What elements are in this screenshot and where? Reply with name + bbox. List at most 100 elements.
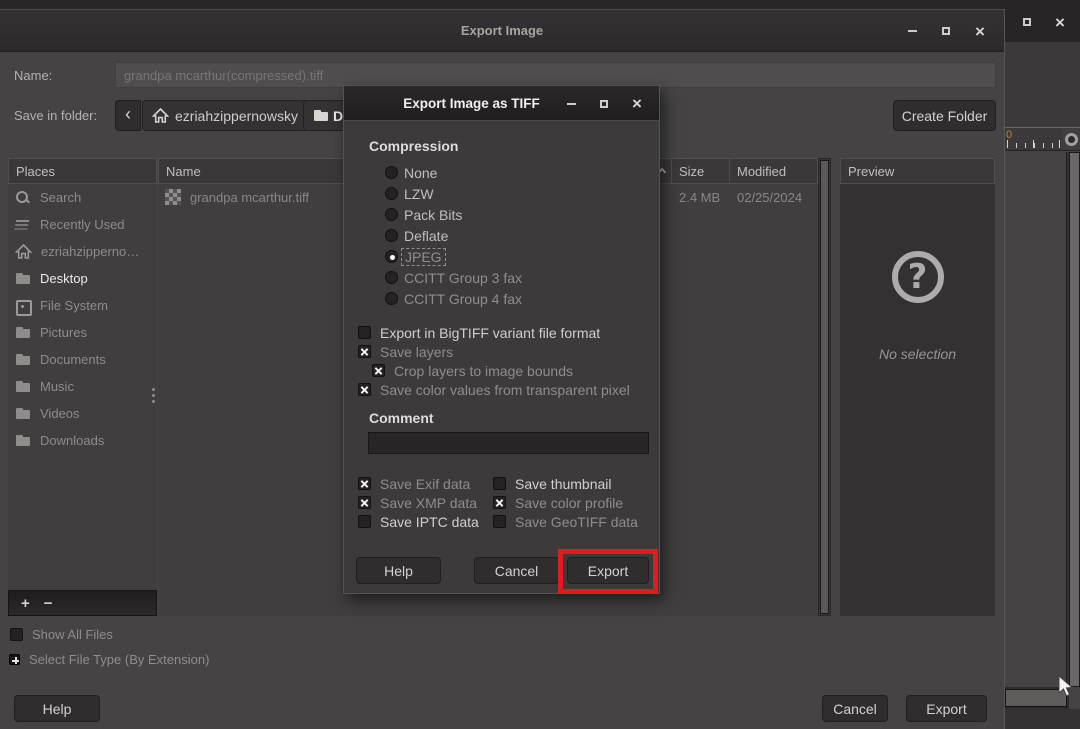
export-button[interactable]: Export bbox=[906, 695, 987, 722]
sidebar-item-recently-used[interactable]: Recently Used bbox=[8, 211, 157, 238]
home-icon bbox=[15, 244, 32, 260]
close-icon[interactable]: × bbox=[627, 94, 647, 114]
vertical-scrollbar-thumb[interactable] bbox=[1069, 152, 1080, 687]
create-folder-button[interactable]: Create Folder bbox=[893, 100, 996, 131]
tiff-dialog-titlebar[interactable]: Export Image as TIFF × bbox=[344, 86, 659, 121]
checkbox-save-xmp[interactable]: Save XMP data bbox=[358, 493, 493, 512]
close-icon[interactable]: × bbox=[970, 21, 990, 41]
radio-jpeg[interactable]: JPEG bbox=[385, 246, 446, 267]
show-all-files-checkbox[interactable]: Show All Files bbox=[10, 625, 113, 644]
cancel-button[interactable]: Cancel bbox=[474, 557, 559, 584]
breadcrumb-home[interactable]: ezriahzippernowsky bbox=[142, 100, 308, 131]
folder-icon bbox=[15, 379, 31, 395]
breadcrumb-back-button[interactable]: ‹ bbox=[115, 100, 141, 131]
sidebar-item-downloads[interactable]: Downloads bbox=[8, 427, 157, 454]
checkbox-save-transparent-pixel[interactable]: Save color values from transparent pixel bbox=[358, 380, 630, 399]
sidebar-item-documents[interactable]: Documents bbox=[8, 346, 157, 373]
checkbox-save-geotiff[interactable]: Save GeoTIFF data bbox=[493, 512, 638, 531]
gimp-toolbar-area bbox=[1005, 42, 1080, 128]
checkbox-save-color-profile[interactable]: Save color profile bbox=[493, 493, 638, 512]
minimize-icon[interactable] bbox=[561, 94, 581, 114]
tiff-export-dialog: Export Image as TIFF × Compression None … bbox=[343, 85, 660, 594]
checkbox-icon bbox=[493, 515, 506, 528]
checkbox-bigtiff[interactable]: Export in BigTIFF variant file format bbox=[358, 323, 600, 342]
sidebar-item-label: Downloads bbox=[40, 433, 104, 448]
sidebar-item-home[interactable]: ezriahzipperno… bbox=[8, 238, 157, 265]
help-button[interactable]: Help bbox=[356, 557, 441, 584]
checkbox-save-layers[interactable]: Save layers bbox=[358, 342, 453, 361]
add-bookmark-button[interactable]: + bbox=[21, 595, 30, 612]
comment-input[interactable] bbox=[368, 432, 649, 454]
breadcrumb-current[interactable]: De bbox=[303, 100, 348, 131]
radio-label: JPEG bbox=[401, 248, 446, 266]
horizontal-ruler: 0 bbox=[1005, 128, 1062, 151]
checkbox-save-exif[interactable]: Save Exif data bbox=[358, 474, 493, 493]
radio-none[interactable]: None bbox=[385, 162, 437, 183]
file-list-scrollbar-thumb[interactable] bbox=[820, 160, 829, 614]
pane-splitter-handle[interactable] bbox=[151, 388, 155, 406]
checkbox-icon bbox=[358, 515, 371, 528]
checkbox-label: Save color values from transparent pixel bbox=[380, 382, 630, 398]
maximize-icon[interactable] bbox=[594, 94, 614, 114]
close-icon[interactable]: × bbox=[1050, 12, 1070, 32]
sidebar-item-search[interactable]: Search bbox=[8, 184, 157, 211]
folder-icon bbox=[15, 433, 31, 449]
checkbox-crop-layers[interactable]: Crop layers to image bounds bbox=[372, 361, 573, 380]
sidebar-item-desktop[interactable]: Desktop bbox=[8, 265, 157, 292]
radio-icon bbox=[385, 166, 398, 179]
home-icon bbox=[152, 108, 169, 124]
radio-lzw[interactable]: LZW bbox=[385, 183, 434, 204]
expander-plus-icon bbox=[9, 654, 20, 665]
places-header[interactable]: Places bbox=[8, 158, 157, 184]
search-icon bbox=[15, 190, 31, 206]
sidebar-item-label: Documents bbox=[40, 352, 106, 367]
maximize-icon[interactable] bbox=[1017, 12, 1037, 32]
places-panel: Places Search Recently Used ezriahzipper… bbox=[8, 158, 157, 616]
cancel-button[interactable]: Cancel bbox=[822, 695, 888, 722]
file-type-expander-label: Select File Type (By Extension) bbox=[29, 652, 209, 667]
radio-deflate[interactable]: Deflate bbox=[385, 225, 448, 246]
sidebar-item-videos[interactable]: Videos bbox=[8, 400, 157, 427]
chevron-left-icon: ‹ bbox=[125, 104, 131, 125]
checkbox-icon bbox=[358, 383, 371, 396]
minimize-icon[interactable] bbox=[902, 21, 922, 41]
sidebar-item-label: Recently Used bbox=[40, 217, 125, 232]
column-header-size[interactable]: Size bbox=[672, 158, 730, 184]
sidebar-item-pictures[interactable]: Pictures bbox=[8, 319, 157, 346]
remove-bookmark-button[interactable]: − bbox=[44, 595, 53, 612]
radio-icon bbox=[385, 208, 398, 221]
file-type-expander[interactable]: Select File Type (By Extension) bbox=[9, 650, 209, 669]
checkbox-icon bbox=[372, 364, 385, 377]
maximize-icon[interactable] bbox=[936, 21, 956, 41]
preview-header-label: Preview bbox=[848, 164, 894, 179]
export-dialog-titlebar[interactable]: Export Image × bbox=[0, 10, 1004, 52]
sidebar-item-music[interactable]: Music bbox=[8, 373, 157, 400]
screen: × 0 Export Image × bbox=[0, 0, 1080, 729]
ruler-ticks bbox=[1007, 139, 1060, 148]
radio-label: CCITT Group 4 fax bbox=[404, 291, 522, 307]
comment-section-label: Comment bbox=[369, 410, 434, 426]
no-selection-text: No selection bbox=[840, 346, 995, 362]
file-modified: 02/25/2024 bbox=[730, 190, 818, 205]
radio-pack-bits[interactable]: Pack Bits bbox=[385, 204, 462, 225]
zoom-follow-window-toggle[interactable] bbox=[1062, 128, 1080, 151]
radio-label: LZW bbox=[404, 186, 434, 202]
radio-ccitt-g4[interactable]: CCITT Group 4 fax bbox=[385, 288, 522, 309]
checkbox-icon bbox=[358, 326, 371, 339]
radio-label: Deflate bbox=[404, 228, 448, 244]
sidebar-item-label: Pictures bbox=[40, 325, 87, 340]
places-header-label: Places bbox=[16, 164, 55, 179]
radio-icon bbox=[385, 271, 398, 284]
checkbox-save-iptc[interactable]: Save IPTC data bbox=[358, 512, 493, 531]
radio-ccitt-g3[interactable]: CCITT Group 3 fax bbox=[385, 267, 522, 288]
column-label: Name bbox=[166, 164, 201, 179]
checkbox-label: Save thumbnail bbox=[515, 476, 612, 492]
help-button[interactable]: Help bbox=[14, 695, 100, 722]
mouse-cursor-icon bbox=[1057, 676, 1077, 698]
sidebar-item-file-system[interactable]: File System bbox=[8, 292, 157, 319]
export-highlight-annotation bbox=[558, 549, 658, 594]
column-header-modified[interactable]: Modified bbox=[730, 158, 818, 184]
checkbox-save-thumbnail[interactable]: Save thumbnail bbox=[493, 474, 638, 493]
canvas-vertical-scrollbar[interactable] bbox=[1066, 152, 1080, 687]
file-list-scrollbar[interactable] bbox=[818, 158, 831, 616]
